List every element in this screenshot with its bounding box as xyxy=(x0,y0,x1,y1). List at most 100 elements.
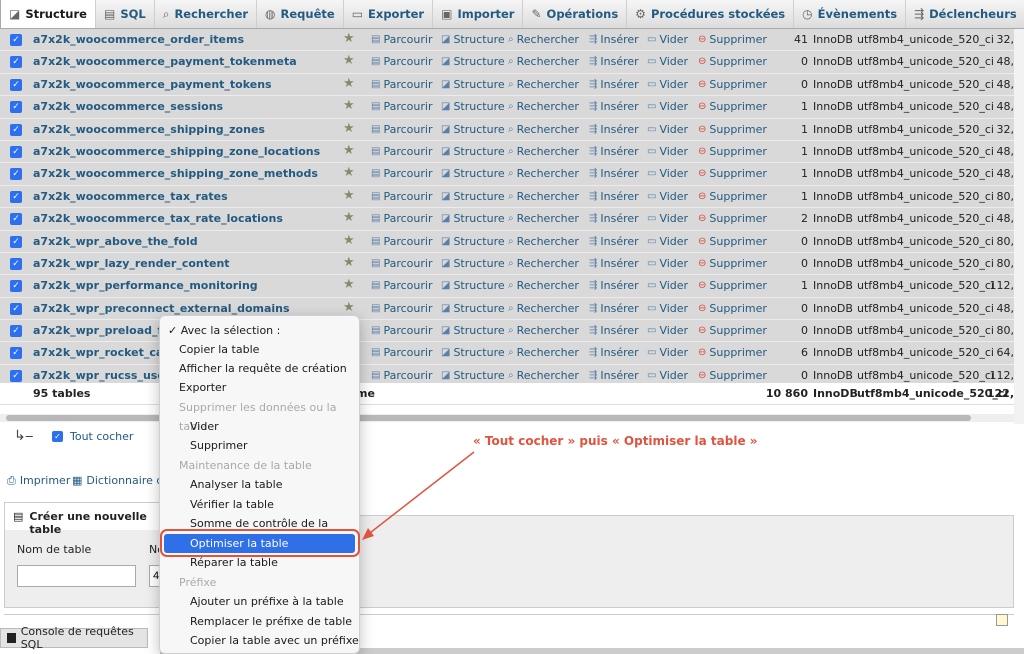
action-empty[interactable]: ▭ Vider xyxy=(647,167,688,181)
tab-structure[interactable]: ◪ Structure xyxy=(0,0,96,28)
favorite-star-icon[interactable]: ★ xyxy=(343,211,355,225)
action-empty[interactable]: ▭ Vider xyxy=(647,190,688,204)
action-insert[interactable]: ⇶ Insérer xyxy=(589,279,639,293)
action-structure[interactable]: ◪ Structure xyxy=(441,123,505,137)
action-browse[interactable]: ▤ Parcourir xyxy=(371,145,432,159)
action-browse[interactable]: ▤ Parcourir xyxy=(371,100,432,114)
tab-sql[interactable]: ▤ SQL xyxy=(96,0,155,28)
action-insert[interactable]: ⇶ Insérer xyxy=(589,145,639,159)
check-all-label[interactable]: Tout cocher xyxy=(70,430,133,443)
row-checkbox[interactable]: ✓ xyxy=(10,302,22,315)
row-checkbox[interactable]: ✓ xyxy=(10,34,22,46)
action-search[interactable]: ⌕ Rechercher xyxy=(508,324,579,338)
action-browse[interactable]: ▤ Parcourir xyxy=(371,346,432,360)
table-name-link[interactable]: a7x2k_wpr_performance_monitoring xyxy=(33,279,258,293)
action-structure[interactable]: ◪ Structure xyxy=(441,279,505,293)
table-name-link[interactable]: a7x2k_woocommerce_payment_tokens xyxy=(33,78,272,92)
favorite-star-icon[interactable]: ★ xyxy=(343,188,355,203)
row-checkbox[interactable]: ✓ xyxy=(10,257,22,270)
action-browse[interactable]: ▤ Parcourir xyxy=(371,212,432,226)
menu-check[interactable]: Vérifier la table xyxy=(160,495,359,514)
action-browse[interactable]: ▤ Parcourir xyxy=(371,78,432,92)
action-insert[interactable]: ⇶ Insérer xyxy=(589,257,639,271)
menu-empty[interactable]: Vider xyxy=(160,417,359,436)
tab-query[interactable]: ◍ Requête xyxy=(257,0,344,28)
action-structure[interactable]: ◪ Structure xyxy=(441,33,505,47)
favorite-star-icon[interactable]: ★ xyxy=(343,166,355,180)
check-all-checkbox[interactable]: ✓ xyxy=(52,431,63,442)
table-name-link[interactable]: a7x2k_wpr_above_the_fold xyxy=(33,235,198,249)
action-search[interactable]: ⌕ Rechercher xyxy=(508,78,579,92)
action-structure[interactable]: ◪ Structure xyxy=(441,190,505,204)
action-search[interactable]: ⌕ Rechercher xyxy=(508,123,579,137)
action-search[interactable]: ⌕ Rechercher xyxy=(508,257,579,271)
action-structure[interactable]: ◪ Structure xyxy=(441,257,505,271)
action-search[interactable]: ⌕ Rechercher xyxy=(508,33,579,47)
action-structure[interactable]: ◪ Structure xyxy=(441,369,505,383)
tab-clock[interactable]: ◷ Évènements xyxy=(794,0,907,28)
action-empty[interactable]: ▭ Vider xyxy=(647,100,688,114)
action-insert[interactable]: ⇶ Insérer xyxy=(589,190,639,204)
action-search[interactable]: ⌕ Rechercher xyxy=(508,55,579,69)
horizontal-scrollbar[interactable] xyxy=(0,414,1014,422)
table-name-link[interactable]: a7x2k_woocommerce_payment_tokenmeta xyxy=(33,55,297,69)
action-structure[interactable]: ◪ Structure xyxy=(441,167,505,181)
table-name-link[interactable]: a7x2k_woocommerce_tax_rate_locations xyxy=(33,212,283,226)
action-empty[interactable]: ▭ Vider xyxy=(647,78,688,92)
table-name-link[interactable]: a7x2k_woocommerce_tax_rates xyxy=(33,190,228,204)
data-dictionary-link[interactable]: ▦ Dictionnaire de xyxy=(72,474,170,487)
vertical-scrollbar[interactable] xyxy=(1014,29,1024,424)
menu-export[interactable]: Exporter xyxy=(160,378,359,397)
action-insert[interactable]: ⇶ Insérer xyxy=(589,100,639,114)
row-checkbox[interactable]: ✓ xyxy=(10,168,22,181)
horizontal-scrollbar-thumb[interactable] xyxy=(6,415,971,421)
row-checkbox[interactable]: ✓ xyxy=(10,213,22,226)
row-checkbox[interactable]: ✓ xyxy=(10,280,22,293)
tab-search[interactable]: ⌕ Rechercher xyxy=(155,0,258,28)
action-browse[interactable]: ▤ Parcourir xyxy=(371,369,432,383)
action-search[interactable]: ⌕ Rechercher xyxy=(508,346,579,360)
action-browse[interactable]: ▤ Parcourir xyxy=(371,302,432,316)
action-browse[interactable]: ▤ Parcourir xyxy=(371,123,432,137)
action-structure[interactable]: ◪ Structure xyxy=(441,346,505,360)
row-checkbox[interactable]: ✓ xyxy=(10,56,22,69)
action-insert[interactable]: ⇶ Insérer xyxy=(589,346,639,360)
action-structure[interactable]: ◪ Structure xyxy=(441,302,505,316)
action-structure[interactable]: ◪ Structure xyxy=(441,55,505,69)
action-empty[interactable]: ▭ Vider xyxy=(647,302,688,316)
action-insert[interactable]: ⇶ Insérer xyxy=(589,369,639,383)
favorite-star-icon[interactable]: ★ xyxy=(343,278,355,292)
favorite-star-icon[interactable]: ★ xyxy=(343,300,355,315)
table-name-link[interactable]: a7x2k_woocommerce_shipping_zone_location… xyxy=(33,145,320,159)
menu-analyze[interactable]: Analyser la table xyxy=(160,475,359,494)
row-checkbox[interactable]: ✓ xyxy=(10,235,22,248)
action-search[interactable]: ⌕ Rechercher xyxy=(508,145,579,159)
row-checkbox[interactable]: ✓ xyxy=(10,78,22,91)
row-checkbox[interactable]: ✓ xyxy=(10,145,22,158)
action-browse[interactable]: ▤ Parcourir xyxy=(371,33,432,47)
action-browse[interactable]: ▤ Parcourir xyxy=(371,257,432,271)
action-empty[interactable]: ▭ Vider xyxy=(647,145,688,159)
action-search[interactable]: ⌕ Rechercher xyxy=(508,279,579,293)
action-browse[interactable]: ▤ Parcourir xyxy=(371,324,432,338)
favorite-star-icon[interactable]: ★ xyxy=(343,54,355,68)
row-checkbox[interactable]: ✓ xyxy=(10,190,22,203)
action-empty[interactable]: ▭ Vider xyxy=(647,257,688,271)
action-insert[interactable]: ⇶ Insérer xyxy=(589,235,639,249)
action-structure[interactable]: ◪ Structure xyxy=(441,78,505,92)
favorite-star-icon[interactable]: ★ xyxy=(343,32,355,46)
action-browse[interactable]: ▤ Parcourir xyxy=(371,190,432,204)
action-empty[interactable]: ▭ Vider xyxy=(647,235,688,249)
action-browse[interactable]: ▤ Parcourir xyxy=(371,167,432,181)
action-insert[interactable]: ⇶ Insérer xyxy=(589,167,639,181)
notes-icon[interactable] xyxy=(996,614,1008,626)
favorite-star-icon[interactable]: ★ xyxy=(343,99,355,113)
action-search[interactable]: ⌕ Rechercher xyxy=(508,167,579,181)
action-empty[interactable]: ▭ Vider xyxy=(647,369,688,383)
action-search[interactable]: ⌕ Rechercher xyxy=(508,369,579,383)
action-empty[interactable]: ▭ Vider xyxy=(647,123,688,137)
favorite-star-icon[interactable]: ★ xyxy=(343,121,355,136)
action-structure[interactable]: ◪ Structure xyxy=(441,212,505,226)
action-search[interactable]: ⌕ Rechercher xyxy=(508,190,579,204)
action-insert[interactable]: ⇶ Insérer xyxy=(589,55,639,69)
